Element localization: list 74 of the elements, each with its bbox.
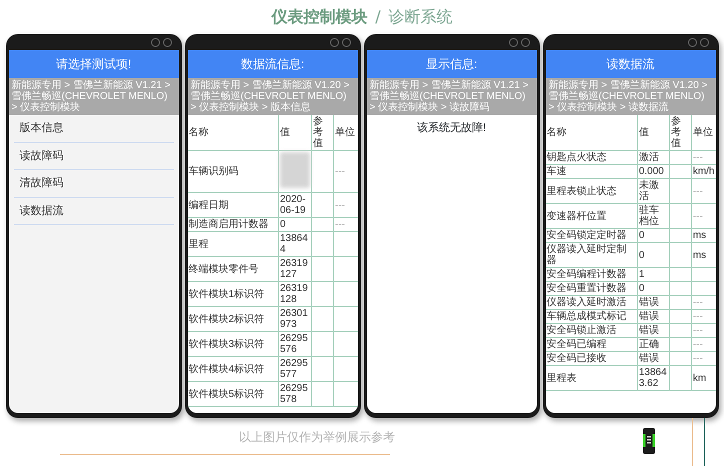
subtitle-text: 诊断系统	[388, 6, 453, 28]
table-cell: 正确	[637, 338, 670, 352]
menu-item[interactable]: 清故障码	[14, 170, 174, 198]
table-cell: 车速	[546, 164, 638, 178]
table-cell: 错误	[637, 310, 670, 324]
menu-item[interactable]: 版本信息	[14, 115, 174, 142]
table-cell: 未激活	[637, 178, 670, 204]
table-cell: 26301973	[278, 306, 312, 332]
table-cell: 软件模块2标识符	[188, 306, 278, 332]
table-cell: 26319127	[278, 256, 312, 282]
column-header: 单位	[334, 115, 358, 150]
table-cell: 26319128	[278, 282, 312, 306]
table-cell: 安全码已接收	[546, 352, 638, 366]
table-cell: 0	[637, 282, 670, 296]
table-cell: 终端模块零件号	[188, 256, 278, 282]
table-cell: 激活	[637, 150, 670, 164]
table-cell: 138643.62	[637, 366, 670, 390]
table-cell: 里程表锁止状态	[546, 178, 638, 204]
screen-header: 读数据流	[546, 50, 716, 78]
breadcrumb-bar: 新能源专用 > 雪佛兰新能源 V1.20 > 雪佛兰畅巡(CHEVROLET MENLO) > 仪表控制模块 > 读数据流	[546, 78, 716, 115]
column-header: 参考值	[669, 115, 692, 150]
screen-header: 请选择测试项!	[8, 50, 178, 78]
breadcrumb-bar: 新能源专用 > 雪佛兰新能源 V1.21 > 雪佛兰畅巡(CHEVROLET MENLO) > 仪表控制模块 > 读故障码	[366, 78, 536, 115]
table-cell: 0	[637, 228, 670, 242]
table-cell: 制造商启用计数器	[188, 218, 278, 232]
table-cell: 错误	[637, 296, 670, 310]
table-cell: 0	[278, 218, 312, 232]
table-cell: 2020-06-19	[278, 192, 312, 218]
table-cell: 26295577	[278, 356, 312, 382]
table-cell: 1	[637, 268, 670, 282]
table-cell: 编程日期	[188, 192, 278, 218]
table-cell: 安全码锁止激活	[546, 324, 638, 338]
column-header: 名称	[188, 115, 278, 150]
table-cell: 0.000	[637, 164, 670, 178]
table-cell: 软件模块4标识符	[188, 356, 278, 382]
table-cell: 错误	[637, 352, 670, 366]
table-cell: 26295576	[278, 332, 312, 356]
column-header: 值	[637, 115, 670, 150]
caption-text: 以上图片仅作为举例展示参考	[239, 429, 395, 446]
breadcrumb-bar: 新能源专用 > 雪佛兰新能源 V1.20 > 雪佛兰畅巡(CHEVROLET MENLO) > 仪表控制模块 > 版本信息	[188, 78, 358, 115]
table-cell: 软件模块5标识符	[188, 382, 278, 406]
table-cell: 驻车档位	[637, 204, 670, 228]
title-separator: /	[375, 6, 381, 28]
table-cell: 里程表	[546, 366, 638, 390]
status-message: 该系统无故障!	[416, 120, 488, 136]
table-cell: 钥匙点火状态	[546, 150, 638, 164]
table-cell: 里程	[188, 232, 278, 256]
diagnostic-device-icon	[643, 428, 655, 454]
table-cell: km/h	[691, 164, 716, 178]
column-header: 值	[278, 115, 312, 150]
table-cell: 错误	[637, 324, 670, 338]
screen-header: 显示信息:	[366, 50, 536, 78]
table-cell: 安全码编程计数器	[546, 268, 638, 282]
table-cell: 26295578	[278, 382, 312, 406]
table-cell: 138644	[278, 232, 312, 256]
table-cell: 车辆识别码	[188, 150, 278, 192]
menu-item[interactable]: 读数据流	[14, 198, 174, 225]
table-cell: 仪器读入延时激活	[546, 296, 638, 310]
table-cell: 安全码锁定定时器	[546, 228, 638, 242]
table-cell: 安全码已编程	[546, 338, 638, 352]
table-cell: 仪器读入延时定制器	[546, 242, 638, 268]
menu-item[interactable]: 读故障码	[14, 142, 174, 170]
screen-header: 数据流信息:	[188, 50, 358, 78]
column-header: 参考值	[312, 115, 334, 150]
table-cell: 安全码重置计数器	[546, 282, 638, 296]
table-cell: 变速器杆位置	[546, 204, 638, 228]
title-text: 仪表控制模块	[271, 6, 368, 28]
breadcrumb-bar: 新能源专用 > 雪佛兰新能源 V1.21 > 雪佛兰畅巡(CHEVROLET MENLO) > 仪表控制模块	[8, 78, 178, 115]
table-cell: 软件模块3标识符	[188, 332, 278, 356]
table-cell: 软件模块1标识符	[188, 282, 278, 306]
column-header: 单位	[691, 115, 716, 150]
table-cell: 0	[637, 242, 670, 268]
table-cell: 车辆总成模式标记	[546, 310, 638, 324]
column-header: 名称	[546, 115, 638, 150]
